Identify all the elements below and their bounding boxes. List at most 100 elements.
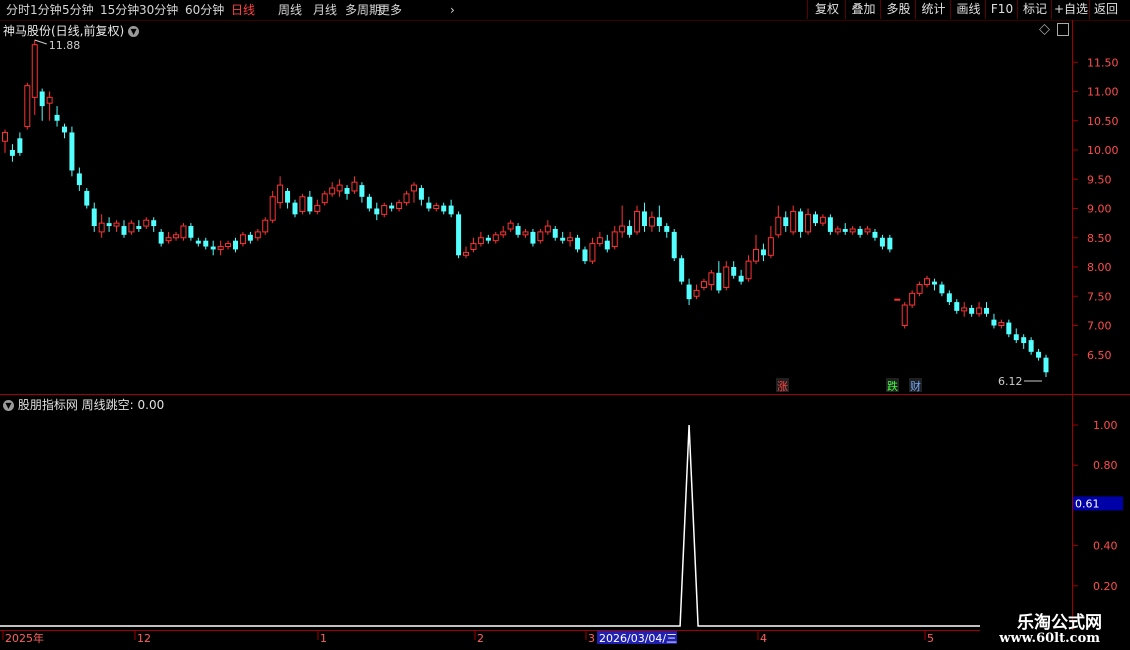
candle-body-down bbox=[946, 293, 952, 303]
candle-body-down bbox=[604, 240, 610, 250]
candle-body-up bbox=[596, 237, 603, 245]
candle-body-down bbox=[1028, 340, 1034, 352]
price-tick-label-7: 8.00 bbox=[1087, 261, 1112, 274]
candle-body-down bbox=[292, 202, 298, 215]
candle-body-up bbox=[916, 284, 923, 294]
candle-body-up bbox=[522, 231, 529, 236]
indicator-tick-label-4: 0.20 bbox=[1093, 580, 1118, 593]
indicator-title: ▼ 股朋指标网 周线跳空: 0.00 bbox=[3, 396, 164, 413]
candle-body-up bbox=[165, 237, 172, 242]
candle-body-up bbox=[745, 260, 752, 280]
indicator-tick-label-1: 0.80 bbox=[1093, 459, 1118, 472]
candle-body-down bbox=[158, 231, 164, 244]
price-tick-label-5: 9.00 bbox=[1087, 203, 1112, 216]
candle-body-up bbox=[321, 193, 328, 204]
candle-body-down bbox=[233, 240, 239, 250]
candle-body-up bbox=[819, 216, 826, 224]
candle-body-up bbox=[128, 222, 135, 233]
candle-body-up bbox=[909, 292, 916, 306]
price-tick-label-9: 7.00 bbox=[1087, 320, 1112, 333]
candle-body-up bbox=[336, 184, 343, 192]
chevron-down-icon[interactable]: ▼ bbox=[3, 400, 14, 411]
candle-body-up bbox=[269, 196, 276, 221]
price-tick-label-6: 8.50 bbox=[1087, 232, 1112, 245]
candle-body-up bbox=[834, 228, 841, 233]
candle-body-down bbox=[54, 114, 60, 121]
candle-body-down bbox=[627, 226, 633, 235]
price-tick-label-8: 7.50 bbox=[1087, 290, 1112, 303]
cursor-value-label: 0.61 bbox=[1075, 497, 1100, 510]
candle-body-up bbox=[180, 225, 187, 239]
candle-body-up bbox=[723, 266, 730, 288]
candle-body-down bbox=[359, 185, 365, 197]
candle-body-down bbox=[151, 220, 157, 227]
candle-body-up bbox=[544, 225, 551, 233]
max-label-pointer bbox=[34, 39, 47, 45]
candle-body-down bbox=[9, 150, 15, 156]
candle-body-up bbox=[329, 187, 336, 195]
candle-body-down bbox=[188, 226, 194, 238]
candle-body-up bbox=[143, 219, 150, 227]
candle-body-up bbox=[113, 222, 120, 227]
candle-body-up bbox=[708, 272, 715, 286]
candle-body-up bbox=[396, 202, 403, 209]
price-tick-label-0: 11.50 bbox=[1087, 56, 1119, 69]
candle-body-down bbox=[426, 202, 432, 209]
candle-body-down bbox=[374, 208, 380, 215]
candle-body-down bbox=[656, 217, 662, 227]
candle-body-up bbox=[239, 234, 246, 245]
candle-body-down bbox=[307, 196, 313, 212]
candle-body-down bbox=[783, 217, 789, 227]
candle-body-down bbox=[136, 226, 142, 229]
candle-body-down bbox=[530, 231, 536, 244]
candle-body-up bbox=[790, 210, 797, 233]
candle-body-up bbox=[634, 210, 641, 233]
candle-body-down bbox=[984, 307, 990, 314]
candle-body-down bbox=[456, 214, 462, 256]
candle-body-up bbox=[173, 234, 180, 239]
candle-body-down bbox=[887, 237, 893, 250]
event-badge-0: 涨 bbox=[777, 380, 788, 393]
candle-body-up bbox=[961, 307, 968, 312]
candle-body-up bbox=[924, 278, 931, 286]
candle-body-up bbox=[864, 228, 871, 233]
candle-body-down bbox=[857, 228, 863, 235]
date-label-5: 4 bbox=[760, 632, 767, 645]
candle-body-up bbox=[648, 216, 655, 227]
min-price-label: 6.12 bbox=[998, 375, 1023, 388]
candle-body-up bbox=[976, 307, 983, 315]
candle-body-up bbox=[507, 222, 514, 230]
candle-body-down bbox=[91, 208, 97, 227]
candle-body-down bbox=[389, 205, 395, 209]
candle-body-down bbox=[812, 214, 818, 224]
candle-body-down bbox=[1006, 322, 1012, 335]
price-tick-label-4: 9.50 bbox=[1087, 173, 1112, 186]
candle-body-up bbox=[492, 234, 499, 242]
candle-body-down bbox=[872, 231, 878, 238]
candle-body-up bbox=[619, 225, 626, 233]
candle-body-down bbox=[121, 226, 127, 235]
date-label-6: 5 bbox=[927, 632, 934, 645]
candle-body-down bbox=[939, 284, 945, 294]
candle-body-down bbox=[366, 196, 372, 209]
candle-body-up bbox=[470, 243, 477, 250]
max-price-label: 11.88 bbox=[49, 39, 81, 52]
watermark-title: 乐淘公式网 bbox=[1017, 613, 1102, 633]
candle-body-up bbox=[299, 196, 306, 212]
indicator-tick-label-3: 0.40 bbox=[1093, 540, 1118, 553]
candle-body-up bbox=[410, 184, 417, 192]
candle-body-down bbox=[61, 126, 67, 133]
candle-body-up bbox=[700, 281, 707, 288]
candle-body-down bbox=[931, 281, 937, 285]
candle-body-down bbox=[203, 240, 209, 247]
candle-body-up bbox=[433, 205, 440, 209]
candle-body-up bbox=[589, 243, 596, 262]
candle-body-down bbox=[671, 231, 677, 259]
candle-body-up bbox=[225, 243, 232, 248]
date-label-2: 1 bbox=[320, 632, 327, 645]
candle-body-up bbox=[403, 193, 410, 204]
candle-body-up bbox=[537, 231, 544, 242]
event-badge-1: 跌 bbox=[887, 379, 898, 393]
candle-body-down bbox=[210, 246, 216, 250]
candle-body-down bbox=[991, 319, 997, 326]
